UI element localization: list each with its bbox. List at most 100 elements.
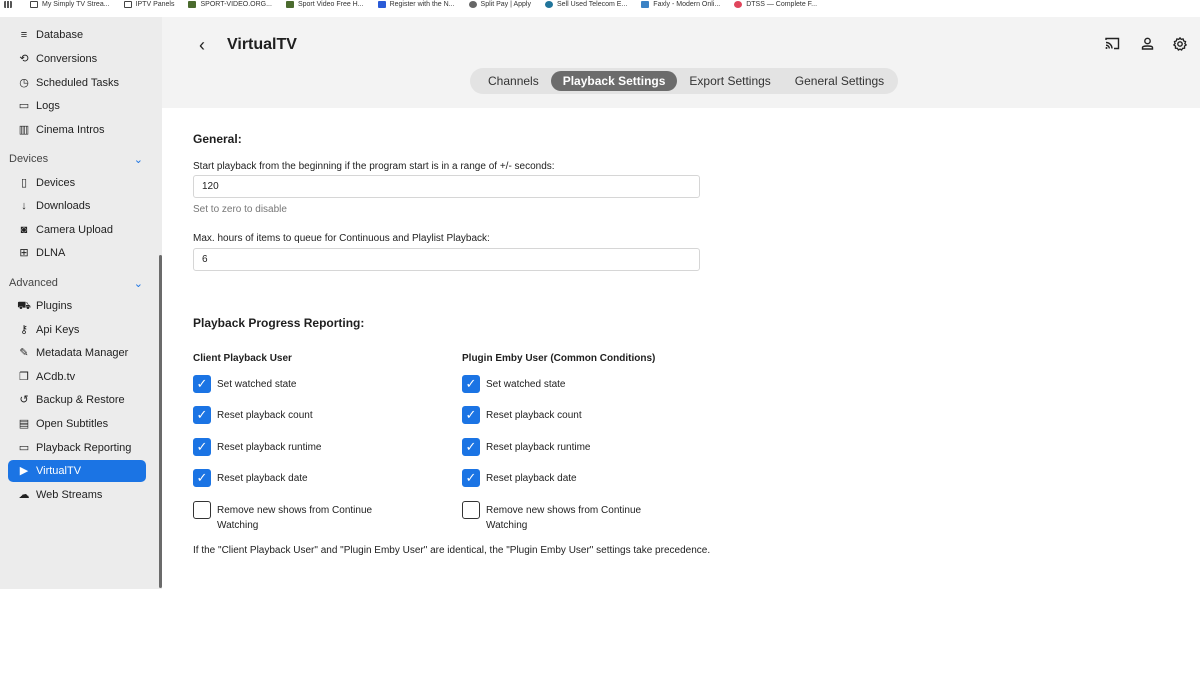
client-reset-runtime-row[interactable]: ✓ Reset playback runtime <box>193 438 397 456</box>
sidebar-item-backup-restore[interactable]: ↺ Backup & Restore <box>8 389 146 411</box>
checkbox-checked[interactable]: ✓ <box>462 375 480 393</box>
checkbox-label: Reset playback date <box>486 473 577 484</box>
client-set-watched-row[interactable]: ✓ Set watched state <box>193 375 397 393</box>
bookmark-item[interactable]: Faxly - Modern Onli... <box>641 0 720 9</box>
bookmark-item[interactable]: IPTV Panels <box>123 0 175 9</box>
start-range-input[interactable]: 120 <box>193 175 700 198</box>
plugin-reset-runtime-row[interactable]: ✓ Reset playback runtime <box>462 438 666 456</box>
apps-button[interactable] <box>0 1 16 8</box>
bookmark-item[interactable]: Split Pay | Apply <box>468 0 531 9</box>
page-header: ‹ VirtualTV Channels Playback Settings E… <box>162 17 1200 108</box>
sidebar-item-api-keys[interactable]: ⚷ Api Keys <box>8 319 146 341</box>
reporting-heading: Playback Progress Reporting: <box>193 316 365 330</box>
client-reset-count-row[interactable]: ✓ Reset playback count <box>193 406 397 424</box>
folder-icon <box>123 1 132 8</box>
user-icon[interactable] <box>1141 37 1154 53</box>
checkbox-checked[interactable]: ✓ <box>462 469 480 487</box>
sidebar-item-cinema-intros[interactable]: ▥ Cinema Intros <box>8 119 146 141</box>
checkbox-checked[interactable]: ✓ <box>193 469 211 487</box>
plugin-remove-continue-row[interactable]: Remove new shows from Continue Watching <box>462 501 666 533</box>
checkbox-checked[interactable]: ✓ <box>462 406 480 424</box>
bookmark-label: Sell Used Telecom E... <box>557 1 628 8</box>
sidebar-item-downloads[interactable]: ↓ Downloads <box>8 195 146 217</box>
checkbox-unchecked[interactable] <box>462 501 480 519</box>
conversions-icon: ⟲ <box>19 53 29 65</box>
tab-export-settings[interactable]: Export Settings <box>677 71 782 91</box>
sidebar-item-playback-reporting[interactable]: ▭ Playback Reporting <box>8 437 146 459</box>
sidebar-item-dlna[interactable]: ⊞ DLNA <box>8 242 146 264</box>
sidebar-item-scheduled-tasks[interactable]: ◷ Scheduled Tasks <box>8 72 146 94</box>
bookmark-item[interactable]: My Simply TV Strea... <box>30 0 110 9</box>
checkbox-checked[interactable]: ✓ <box>462 438 480 456</box>
sidebar-item-label: DLNA <box>36 247 66 259</box>
bookmark-item[interactable]: DTSS — Complete F... <box>734 0 817 9</box>
sidebar-item-label: Metadata Manager <box>36 347 129 359</box>
general-heading: General: <box>193 132 242 146</box>
checkbox-checked[interactable]: ✓ <box>193 375 211 393</box>
sidebar-item-acdb[interactable]: ❐ ACdb.tv <box>8 366 146 388</box>
checkbox-checked[interactable]: ✓ <box>193 438 211 456</box>
tab-playback-settings[interactable]: Playback Settings <box>550 71 678 91</box>
client-reset-date-row[interactable]: ✓ Reset playback date <box>193 469 397 487</box>
sidebar-item-database[interactable]: ≡ Database <box>8 24 146 46</box>
bookmark-item[interactable]: Sport Video Free H... <box>285 0 364 9</box>
dlna-icon: ⊞ <box>19 247 29 259</box>
restore-icon: ↺ <box>19 394 29 406</box>
bookmark-item[interactable]: Register with the N... <box>377 0 455 9</box>
bookmark-label: IPTV Panels <box>135 1 175 8</box>
back-button[interactable]: ‹ <box>199 35 205 56</box>
sidebar-item-devices[interactable]: ▯ Devices <box>8 172 146 194</box>
sidebar-item-label: Plugins <box>36 300 73 312</box>
section-label: Devices <box>9 153 49 165</box>
plugin-set-watched-row[interactable]: ✓ Set watched state <box>462 375 666 393</box>
devices-icon: ▯ <box>20 177 28 189</box>
sidebar-item-virtualtv[interactable]: ▶ VirtualTV <box>8 460 146 482</box>
checkbox-unchecked[interactable] <box>193 501 211 519</box>
bookmark-item[interactable]: SPORT-VIDEO.ORG... <box>188 0 272 9</box>
sidebar-item-web-streams[interactable]: ☁ Web Streams <box>8 484 146 506</box>
bookmark-item[interactable]: Sell Used Telecom E... <box>545 0 627 9</box>
sidebar-item-label: ACdb.tv <box>36 371 76 383</box>
copy-icon: ❐ <box>19 371 29 383</box>
fax-icon <box>641 1 650 8</box>
wordpress-icon <box>545 1 553 8</box>
sidebar-item-label: Conversions <box>36 53 98 65</box>
sidebar-item-logs[interactable]: ▭ Logs <box>8 95 146 117</box>
sidebar-section-devices[interactable]: Devices ⌄ <box>9 149 147 169</box>
sidebar-item-label: Backup & Restore <box>36 394 125 406</box>
image-icon <box>188 1 197 8</box>
folder-open-icon: ▭ <box>18 100 30 112</box>
sidebar-item-label: Logs <box>36 100 60 112</box>
sidebar-item-plugins[interactable]: ⛟ Plugins <box>8 295 146 317</box>
plugin-user-heading: Plugin Emby User (Common Conditions) <box>462 353 656 364</box>
sidebar-item-open-subtitles[interactable]: ▤ Open Subtitles <box>8 413 146 435</box>
cast-icon[interactable] <box>1105 37 1120 53</box>
database-icon: ≡ <box>20 29 28 41</box>
bookmark-label: Register with the N... <box>389 1 455 8</box>
tab-bar: Channels Playback Settings Export Settin… <box>470 68 898 94</box>
checkbox-label: Set watched state <box>217 379 297 390</box>
sidebar-item-metadata-manager[interactable]: ✎ Metadata Manager <box>8 342 146 364</box>
sidebar-item-label: Camera Upload <box>36 224 114 236</box>
chevron-down-icon: ⌄ <box>133 277 143 290</box>
sidebar-item-label: Playback Reporting <box>36 442 132 454</box>
camera-icon: ◙ <box>20 224 28 236</box>
plugin-reset-count-row[interactable]: ✓ Reset playback count <box>462 406 666 424</box>
checkbox-label: Reset playback date <box>217 473 308 484</box>
page-title: VirtualTV <box>227 36 297 53</box>
tab-general-settings[interactable]: General Settings <box>783 71 896 91</box>
gear-icon[interactable] <box>1173 37 1187 54</box>
sidebar-item-label: Downloads <box>36 200 91 212</box>
checkbox-label: Reset playback count <box>217 410 313 421</box>
sidebar-item-camera-upload[interactable]: ◙ Camera Upload <box>8 219 146 241</box>
sidebar-item-conversions[interactable]: ⟲ Conversions <box>8 48 146 70</box>
tab-channels[interactable]: Channels <box>476 71 551 91</box>
queue-hours-input[interactable]: 6 <box>193 248 700 271</box>
ball-icon <box>468 1 477 8</box>
checkbox-checked[interactable]: ✓ <box>193 406 211 424</box>
sidebar: ≡ Database ⟲ Conversions ◷ Scheduled Tasks … <box>0 17 162 589</box>
sidebar-section-advanced[interactable]: Advanced ⌄ <box>9 273 147 293</box>
plugin-reset-date-row[interactable]: ✓ Reset playback date <box>462 469 666 487</box>
bookmark-label: Split Pay | Apply <box>480 1 531 8</box>
client-remove-continue-row[interactable]: Remove new shows from Continue Watching <box>193 501 397 533</box>
